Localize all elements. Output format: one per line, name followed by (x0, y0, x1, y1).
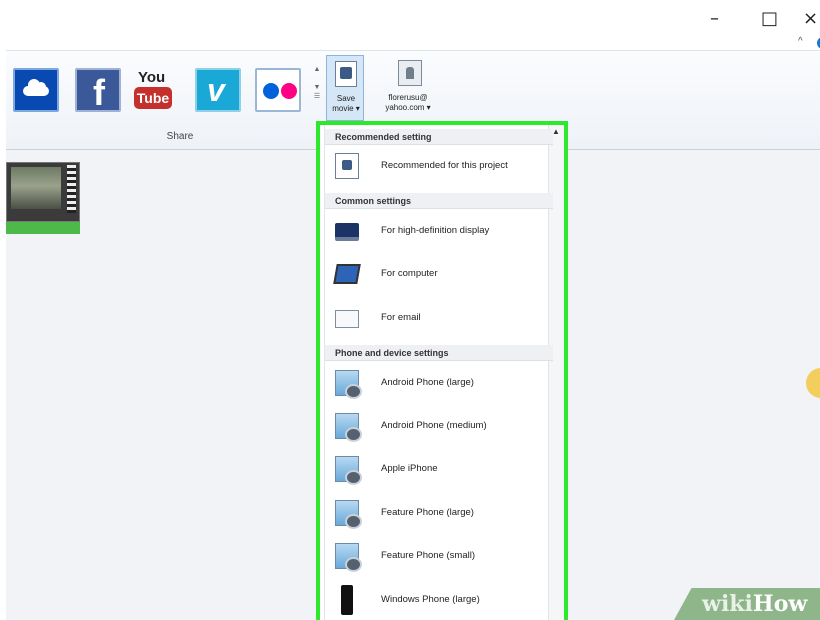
flickr-share-button[interactable] (255, 68, 301, 112)
save-movie-label-line1: Save (336, 94, 356, 103)
gallery-scroll[interactable]: ▲ ▼ ☰ (313, 65, 321, 117)
facebook-icon: f (93, 72, 105, 113)
scroll-up-icon[interactable]: ▲ (552, 127, 560, 136)
menu-list: Recommended setting Recommended for this… (324, 125, 553, 620)
video-clip-thumbnail[interactable] (6, 162, 80, 222)
account-label-line2: yahoo.com ▾ (385, 103, 431, 112)
project-icon (335, 153, 359, 179)
menu-item-windows-phone-large[interactable]: Windows Phone (large) (325, 581, 553, 620)
onedrive-share-button[interactable] (13, 68, 59, 112)
account-label-line1: florerusu@ (388, 93, 428, 102)
menu-section-header: Recommended setting (325, 129, 553, 145)
cloud-icon (23, 79, 49, 96)
menu-item-android-large[interactable]: Android Phone (large) (325, 364, 553, 404)
film-strip-icon (67, 165, 76, 213)
audio-track[interactable] (6, 222, 80, 234)
save-movie-dropdown: ▲ Recommended setting Recommended for th… (316, 121, 568, 620)
menu-item-label: Android Phone (large) (381, 377, 474, 388)
save-movie-icon (335, 61, 357, 87)
share-group-caption: Share (166, 131, 194, 142)
menu-item-label: Apple iPhone (381, 463, 438, 474)
menu-item-label: Windows Phone (large) (381, 594, 480, 605)
menu-item-label: Recommended for this project (381, 160, 508, 171)
menu-item-label: Android Phone (medium) (381, 420, 487, 431)
menu-section-header: Common settings (325, 193, 553, 209)
window-title-bar: – □ × ^ (6, 0, 820, 50)
wikihow-watermark: wikiHow (674, 588, 820, 620)
email-icon (335, 310, 359, 328)
maximize-button[interactable]: □ (761, 8, 778, 29)
flickr-dot-pink (281, 83, 297, 99)
phone-icon (335, 413, 362, 442)
youtube-share-button[interactable]: You Tube (131, 68, 177, 112)
clip-frame (11, 167, 61, 209)
menu-item-label: For high-definition display (381, 225, 490, 236)
phone-icon (335, 500, 362, 529)
menu-item-label: For email (381, 312, 421, 323)
computer-icon (333, 264, 361, 284)
youtube-icon-bottom: Tube (134, 87, 172, 109)
menu-item-computer[interactable]: For computer (325, 255, 553, 295)
youtube-icon-top: You (138, 69, 166, 86)
minimize-button[interactable]: – (710, 8, 719, 29)
menu-item-feature-large[interactable]: Feature Phone (large) (325, 494, 553, 534)
menu-item-label: For computer (381, 268, 438, 279)
account-button[interactable]: florerusu@ yahoo.com ▾ (372, 55, 444, 121)
menu-item-hd-display[interactable]: For high-definition display (325, 212, 553, 252)
phone-icon (335, 370, 362, 399)
menu-item-apple-iphone[interactable]: Apple iPhone (325, 450, 553, 490)
windows-phone-icon (341, 585, 353, 615)
close-button[interactable]: × (803, 8, 818, 29)
save-movie-label-line2: movie ▾ (332, 104, 360, 113)
user-icon (398, 60, 422, 86)
facebook-share-button[interactable]: f (75, 68, 121, 113)
collapse-ribbon-icon[interactable]: ^ (798, 36, 803, 47)
save-movie-button[interactable]: Save movie ▾ (326, 55, 364, 121)
menu-item-email[interactable]: For email (325, 299, 553, 339)
menu-item-label: Feature Phone (small) (381, 550, 475, 561)
hd-display-icon (335, 223, 359, 241)
menu-item-feature-small[interactable]: Feature Phone (small) (325, 537, 553, 577)
vimeo-icon: v (207, 72, 225, 108)
watermark-wiki: wiki (702, 591, 753, 617)
phone-icon (335, 456, 362, 485)
vimeo-share-button[interactable]: v (195, 68, 241, 112)
phone-icon (335, 543, 362, 572)
watermark-how: How (752, 591, 808, 617)
menu-item-android-medium[interactable]: Android Phone (medium) (325, 407, 553, 447)
menu-item-label: Feature Phone (large) (381, 507, 474, 518)
share-group: f You Tube v ▲ ▼ ☰ Share (10, 55, 350, 145)
flickr-dots-icon (263, 83, 279, 99)
menu-item-recommended[interactable]: Recommended for this project (325, 147, 553, 187)
menu-section-header: Phone and device settings (325, 345, 553, 361)
